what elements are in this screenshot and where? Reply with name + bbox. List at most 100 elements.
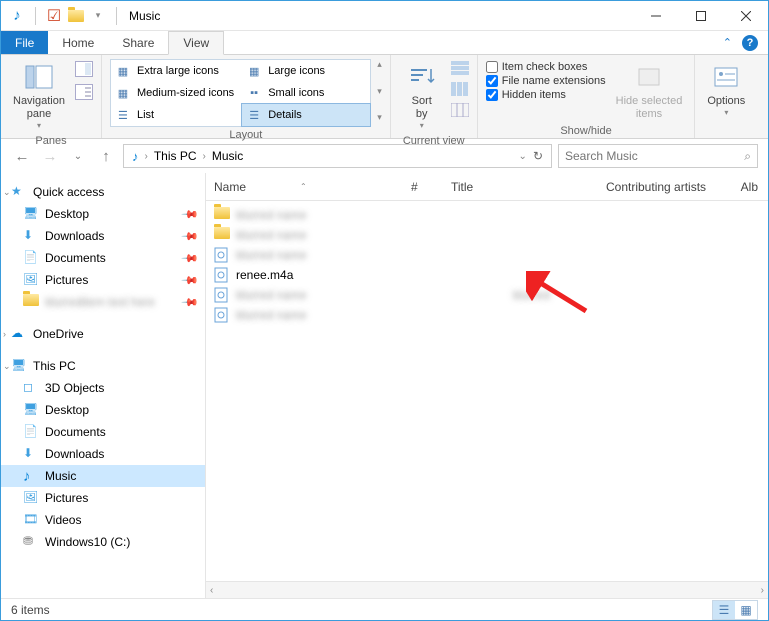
horizontal-scrollbar[interactable]: ‹ › [206, 581, 768, 598]
collapse-ribbon-icon[interactable]: ⌃ [723, 36, 732, 49]
col-number[interactable]: # [401, 180, 441, 194]
breadcrumb[interactable]: ♪ › This PC › Music ⌄ ↻ [123, 144, 552, 168]
options-icon [710, 61, 742, 93]
file-list[interactable]: blurred nameblurred nameblurred namerene… [206, 201, 768, 581]
nav-quick-access[interactable]: ⌄ ★ Quick access [1, 181, 205, 203]
layout-scroll-up-icon[interactable]: ▴ [377, 59, 382, 70]
nav-qa-desktop[interactable]: 🖥Desktop📌 [1, 203, 205, 225]
qat-sep2 [116, 7, 117, 25]
tab-view[interactable]: View [168, 31, 224, 55]
col-contributing[interactable]: Contributing artists [596, 180, 731, 194]
qat-new-folder-icon[interactable] [68, 8, 84, 24]
minimize-button[interactable] [633, 1, 678, 30]
status-bar: 6 items ☰ ▦ [1, 598, 768, 620]
search-box[interactable]: ⌕ [558, 144, 758, 168]
qat-dropdown-icon[interactable]: ▾ [90, 8, 106, 24]
pin-icon: 📌 [181, 227, 200, 246]
file-name: blurred name [236, 308, 307, 322]
layout-small[interactable]: ▪▪Small icons [242, 82, 370, 104]
layout-large[interactable]: ▦Large icons [242, 60, 370, 82]
nav-quick-access-section: ⌄ ★ Quick access 🖥Desktop📌 ⬇Downloads📌 📄… [1, 181, 205, 313]
tab-share[interactable]: Share [108, 31, 168, 54]
crumb-sep[interactable]: › [201, 151, 208, 162]
nav-qa-blurred[interactable]: blurreditem text here📌 [1, 291, 205, 313]
check-item-check-boxes[interactable]: Item check boxes [486, 61, 606, 73]
crumb-this-pc[interactable]: This PC [150, 149, 201, 163]
nav-downloads[interactable]: ⬇Downloads [1, 443, 205, 465]
layout-scroll-down-icon[interactable]: ▾ [377, 86, 382, 97]
col-name[interactable]: Name⌃ [206, 180, 401, 194]
crumb-music[interactable]: Music [208, 149, 247, 163]
layout-medium[interactable]: ▦Medium-sized icons [111, 82, 242, 104]
options-button[interactable]: Options ▾ [703, 59, 749, 120]
view-large-toggle[interactable]: ▦ [735, 601, 757, 619]
forward-button[interactable]: → [39, 145, 61, 167]
nav-videos[interactable]: 🎞Videos [1, 509, 205, 531]
layout-expand-icon[interactable]: ▾ [377, 112, 382, 123]
preview-pane-icon[interactable] [75, 61, 93, 82]
recent-locations-button[interactable]: ⌄ [67, 145, 89, 167]
up-button[interactable]: ↑ [95, 145, 117, 167]
file-row[interactable]: blurred name [206, 305, 768, 325]
pc-icon: 🖥 [11, 358, 27, 374]
nav-onedrive[interactable]: › ☁ OneDrive [1, 323, 205, 345]
help-icon[interactable]: ? [742, 35, 758, 51]
qat-properties-icon[interactable]: ☑ [46, 8, 62, 24]
col-album[interactable]: Alb [731, 180, 768, 194]
group-by-icon[interactable] [451, 61, 469, 80]
close-button[interactable] [723, 1, 768, 30]
nav-qa-documents[interactable]: 📄Documents📌 [1, 247, 205, 269]
documents-icon: 📄 [23, 424, 39, 440]
navigation-pane[interactable]: ⌄ ★ Quick access 🖥Desktop📌 ⬇Downloads📌 📄… [1, 173, 206, 598]
col-title[interactable]: Title [441, 180, 596, 194]
size-columns-icon[interactable] [451, 103, 469, 122]
check-hidden-items[interactable]: Hidden items [486, 89, 606, 101]
file-row[interactable]: blurred nameblurred [206, 285, 768, 305]
crumb-sep[interactable]: › [143, 151, 150, 162]
desktop-icon: 🖥 [23, 402, 39, 418]
ribbon-group-panes: Navigation pane ▾ Panes [1, 55, 102, 138]
file-row[interactable]: blurred name [206, 205, 768, 225]
pin-icon: 📌 [181, 205, 200, 224]
tab-home[interactable]: Home [48, 31, 108, 54]
add-columns-icon[interactable] [451, 82, 469, 101]
layout-group-label: Layout [110, 127, 382, 143]
nav-3d-objects[interactable]: ◻3D Objects [1, 377, 205, 399]
nav-this-pc[interactable]: ⌄ 🖥 This PC [1, 355, 205, 377]
layout-grid: ▦Extra large icons ▦Large icons ▦Medium-… [110, 59, 371, 127]
layout-list[interactable]: ☰List [111, 104, 242, 126]
chevron-down-icon[interactable]: ⌄ [3, 187, 11, 198]
nav-qa-pictures[interactable]: 🖼Pictures📌 [1, 269, 205, 291]
nav-pictures[interactable]: 🖼Pictures [1, 487, 205, 509]
file-row[interactable]: renee.m4a [206, 265, 768, 285]
tab-file[interactable]: File [1, 31, 48, 54]
sort-by-button[interactable]: Sort by ▾ [399, 59, 445, 133]
nav-desktop[interactable]: 🖥Desktop [1, 399, 205, 421]
check-file-extensions[interactable]: File name extensions [486, 75, 606, 87]
back-button[interactable]: ← [11, 145, 33, 167]
window-controls [633, 1, 768, 30]
nav-music[interactable]: ♪Music [1, 465, 205, 487]
chevron-right-icon[interactable]: › [3, 329, 6, 339]
search-icon[interactable]: ⌕ [744, 149, 751, 164]
refresh-button[interactable]: ↻ [529, 149, 547, 163]
file-row[interactable]: blurred name [206, 225, 768, 245]
sort-by-label: Sort by [412, 95, 432, 121]
nav-drive-c[interactable]: ⛃Windows10 (C:) [1, 531, 205, 553]
file-row[interactable]: blurred name [206, 245, 768, 265]
view-details-toggle[interactable]: ☰ [713, 601, 735, 619]
nav-qa-downloads[interactable]: ⬇Downloads📌 [1, 225, 205, 247]
details-pane-icon[interactable] [75, 84, 93, 105]
column-headers: Name⌃ # Title Contributing artists Alb [206, 173, 768, 201]
layout-details[interactable]: ☰Details [241, 103, 371, 127]
navigation-pane-button[interactable]: Navigation pane ▾ [9, 59, 69, 133]
address-dropdown-icon[interactable]: ⌄ [517, 151, 529, 162]
hide-selected-icon [633, 61, 665, 93]
chevron-down-icon[interactable]: ⌄ [3, 361, 11, 372]
nav-documents[interactable]: 📄Documents [1, 421, 205, 443]
layout-extra-large[interactable]: ▦Extra large icons [111, 60, 242, 82]
maximize-button[interactable] [678, 1, 723, 30]
search-input[interactable] [565, 149, 738, 163]
drive-icon: ⛃ [23, 534, 39, 550]
address-bar: ← → ⌄ ↑ ♪ › This PC › Music ⌄ ↻ ⌕ [1, 139, 768, 173]
